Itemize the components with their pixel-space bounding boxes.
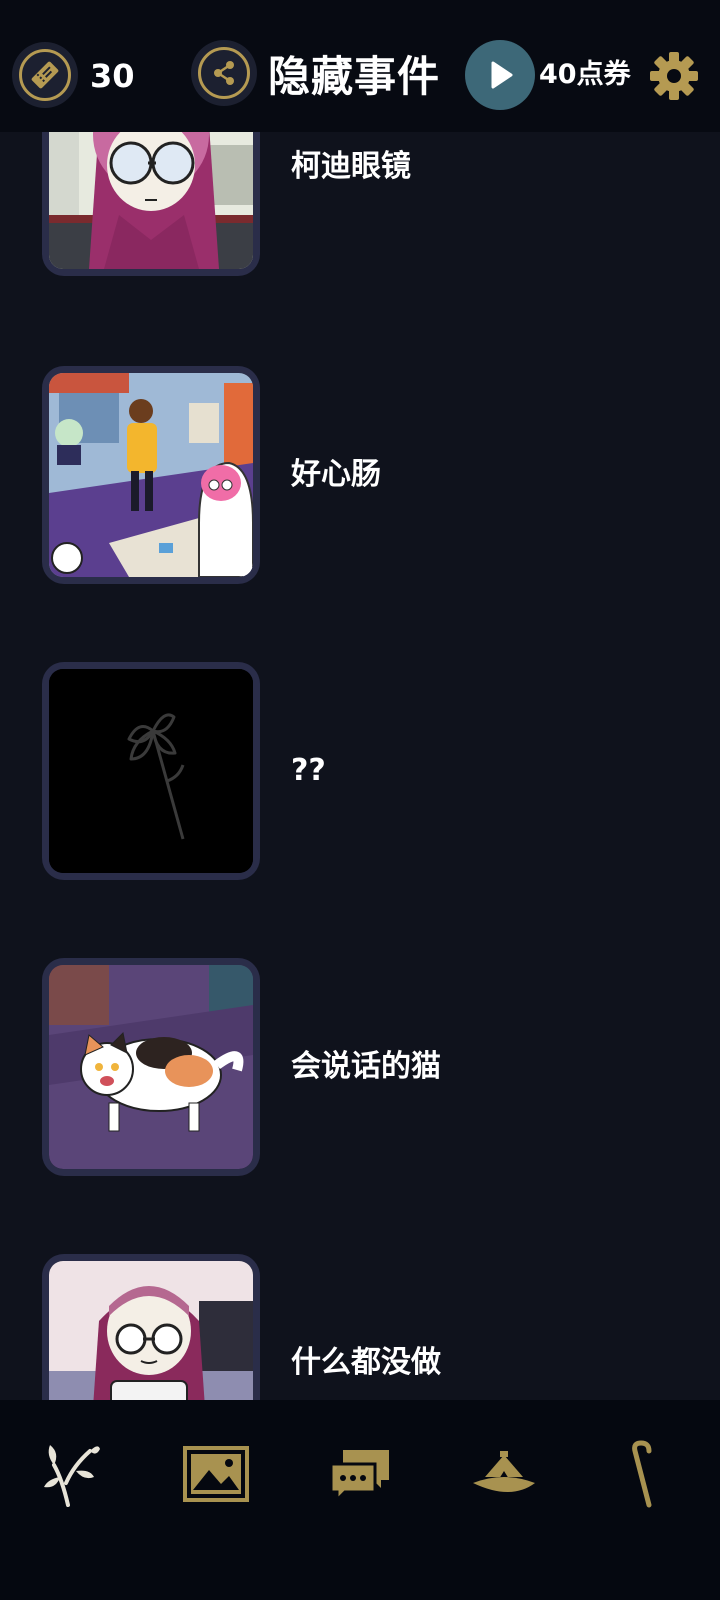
page-title: 隐藏事件 [268,52,441,101]
event-name: 好心肠 [291,457,381,492]
gallery-icon [183,1446,249,1502]
bottom-nav [0,1400,720,1600]
girl-with-round-glasses-illustration [49,132,253,269]
event-thumbnail [42,366,260,584]
ticket-count: 30 [90,57,135,95]
nav-item-gallery[interactable] [176,1434,256,1514]
event-item[interactable]: 好心肠 [0,366,720,586]
nav-item-events[interactable] [32,1434,112,1514]
watch-ad-button[interactable] [465,40,535,110]
share-icon [214,61,234,85]
event-thumbnail [42,662,260,880]
messy-room-scene-illustration [49,373,253,577]
event-thumbnail [42,958,260,1176]
share-button[interactable] [191,40,257,106]
event-thumbnail [42,1254,260,1400]
cane-icon [632,1440,652,1508]
calico-cat-illustration [49,965,253,1169]
play-icon [491,61,513,89]
hat-icon [473,1451,535,1492]
event-item[interactable]: 柯迪眼镜 [0,132,720,278]
event-name: ?? [291,753,326,788]
nav-item-outfits[interactable] [464,1434,544,1514]
event-name: 会说话的猫 [291,1049,441,1084]
girl-in-hood-illustration [49,1261,253,1400]
flower-branch-icon [44,1445,100,1507]
nav-item-items[interactable] [600,1434,680,1514]
gear-icon [650,52,698,100]
event-item[interactable]: 会说话的猫 [0,958,720,1178]
ticket-button[interactable] [12,42,78,108]
settings-button[interactable] [648,50,700,102]
points-label: 40点券 [539,59,631,90]
event-item[interactable]: 什么都没做 [0,1254,720,1400]
locked-flower-silhouette [49,669,253,873]
ticket-icon [31,61,59,89]
event-name: 什么都没做 [291,1345,441,1380]
event-name: 柯迪眼镜 [291,149,411,184]
chat-icon [329,1450,389,1502]
event-item[interactable]: ?? [0,662,720,882]
top-bar: 30 隐藏事件 40点券 [0,0,720,132]
hidden-events-list[interactable]: 柯迪眼镜 好心肠 ?? 会说话的猫 什么都没做 [0,132,720,1400]
event-thumbnail [42,132,260,276]
nav-item-messages[interactable] [320,1434,400,1514]
